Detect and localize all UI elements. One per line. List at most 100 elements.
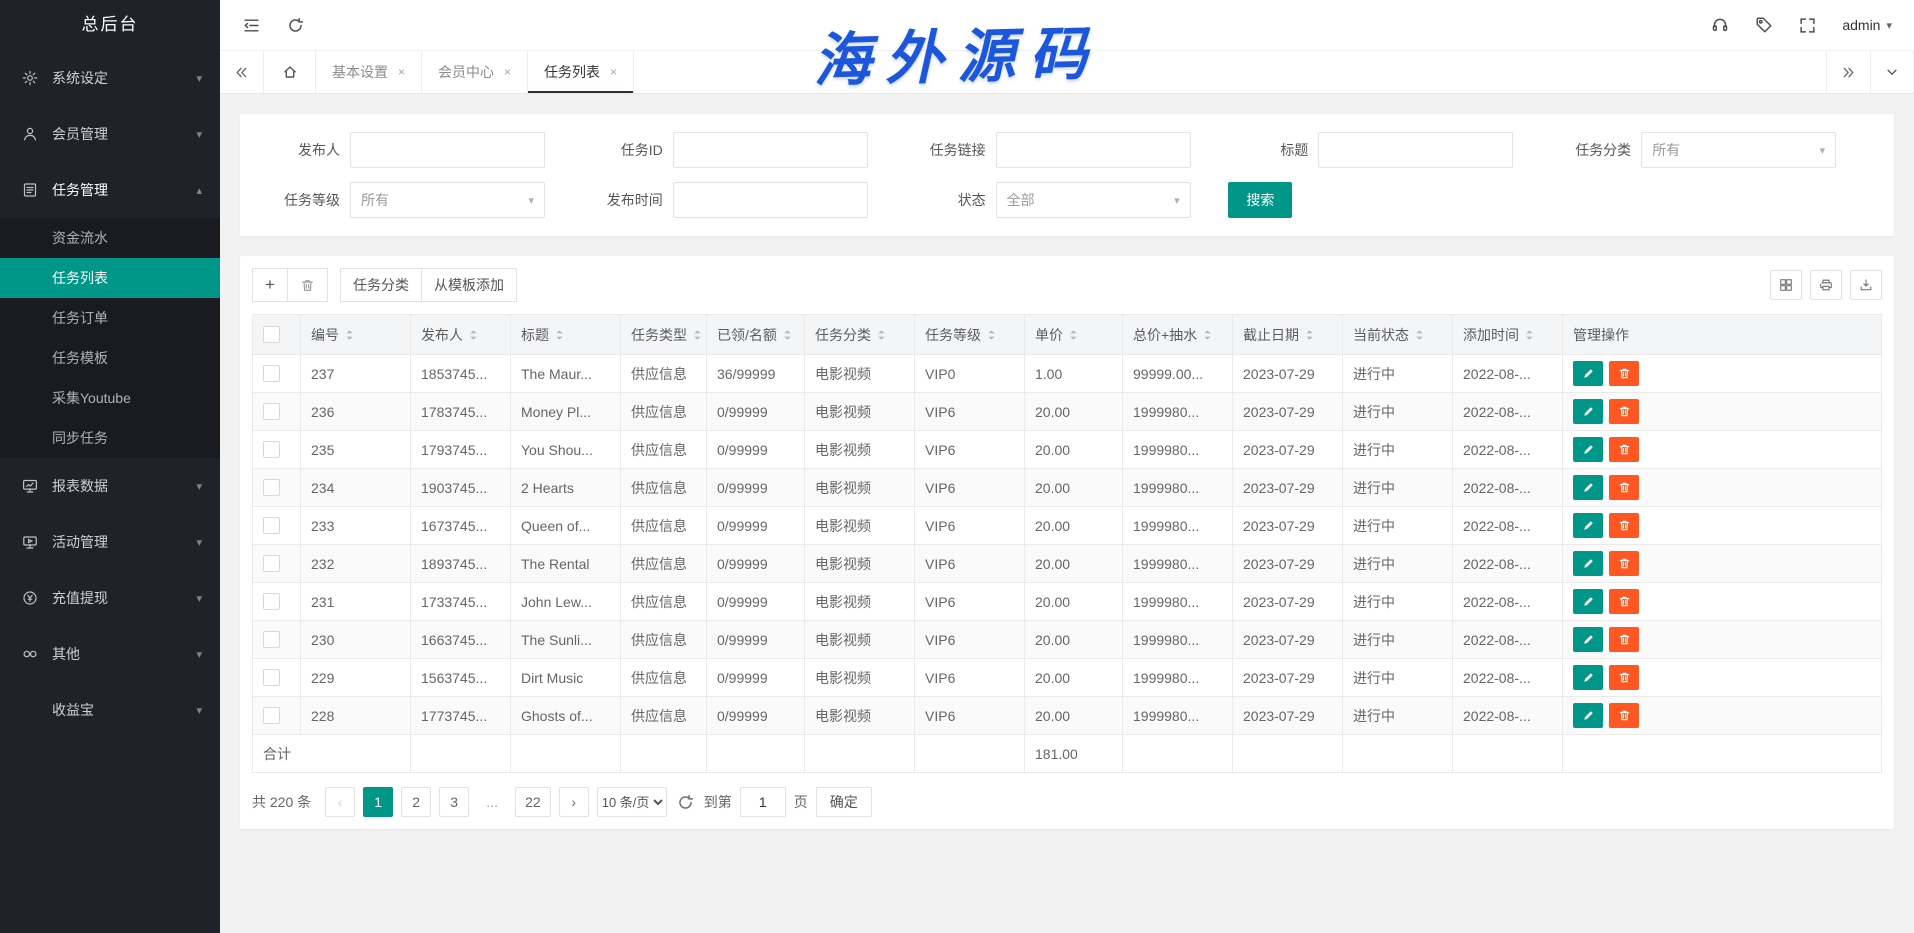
sidebar-subitem-task-list[interactable]: 任务列表: [0, 258, 220, 298]
delete-button[interactable]: [1609, 475, 1639, 500]
sidebar-item-task-management[interactable]: 任务管理▴: [0, 162, 220, 218]
column-header[interactable]: 任务分类: [805, 315, 915, 355]
page-button[interactable]: 1: [363, 787, 393, 817]
column-header[interactable]: 编号: [301, 315, 411, 355]
sort-icon[interactable]: [1525, 328, 1534, 342]
title-input[interactable]: [1318, 132, 1513, 168]
delete-button[interactable]: [1609, 399, 1639, 424]
sort-icon[interactable]: [1305, 328, 1314, 342]
support-icon[interactable]: [1711, 16, 1729, 34]
scroll-tabs-right-icon[interactable]: [1826, 51, 1870, 93]
row-checkbox[interactable]: [263, 631, 280, 648]
column-header[interactable]: 截止日期: [1233, 315, 1343, 355]
page-size-select[interactable]: 10 条/页: [597, 787, 667, 817]
task-link-input[interactable]: [996, 132, 1191, 168]
edit-button[interactable]: [1573, 475, 1603, 500]
sort-icon[interactable]: [555, 328, 564, 342]
admin-menu[interactable]: admin ▾: [1842, 17, 1892, 33]
refresh-icon[interactable]: [287, 17, 304, 34]
column-header[interactable]: 单价: [1025, 315, 1123, 355]
sort-icon[interactable]: [469, 328, 478, 342]
sort-icon[interactable]: [345, 328, 354, 342]
sidebar-subitem-task-orders[interactable]: 任务订单: [0, 298, 220, 338]
close-tab-icon[interactable]: ×: [504, 65, 511, 79]
task-category-button[interactable]: 任务分类: [340, 268, 422, 302]
delete-button[interactable]: [1609, 589, 1639, 614]
add-task-button[interactable]: +: [252, 268, 288, 302]
edit-button[interactable]: [1573, 513, 1603, 538]
edit-button[interactable]: [1573, 589, 1603, 614]
page-button[interactable]: 2: [401, 787, 431, 817]
edit-button[interactable]: [1573, 361, 1603, 386]
close-tab-icon[interactable]: ×: [398, 65, 405, 79]
close-tab-icon[interactable]: ×: [610, 65, 617, 79]
print-icon[interactable]: [1810, 270, 1842, 300]
sidebar-item-system-settings[interactable]: 系统设定▾: [0, 50, 220, 106]
next-page-button[interactable]: ›: [559, 787, 589, 817]
row-checkbox[interactable]: [263, 365, 280, 382]
delete-selected-button[interactable]: [287, 268, 328, 302]
column-header[interactable]: 标题: [511, 315, 621, 355]
publish-time-input[interactable]: [673, 182, 868, 218]
task-category-select[interactable]: 所有 ▾: [1641, 132, 1836, 168]
delete-button[interactable]: [1609, 551, 1639, 576]
column-header[interactable]: 任务类型: [621, 315, 707, 355]
column-header[interactable]: 任务等级: [915, 315, 1025, 355]
sort-icon[interactable]: [1415, 328, 1424, 342]
sort-icon[interactable]: [987, 328, 996, 342]
delete-button[interactable]: [1609, 437, 1639, 462]
sort-icon[interactable]: [1203, 328, 1212, 342]
scroll-tabs-left-icon[interactable]: [220, 51, 264, 93]
column-header[interactable]: 当前状态: [1343, 315, 1453, 355]
edit-button[interactable]: [1573, 703, 1603, 728]
row-checkbox[interactable]: [263, 669, 280, 686]
sidebar-subitem-collect-youtube[interactable]: 采集Youtube: [0, 378, 220, 418]
sort-icon[interactable]: [877, 328, 886, 342]
sidebar-subitem-sync-tasks[interactable]: 同步任务: [0, 418, 220, 458]
row-checkbox[interactable]: [263, 441, 280, 458]
sidebar-item-others[interactable]: 其他▾: [0, 626, 220, 682]
sidebar-item-activity-management[interactable]: 活动管理▾: [0, 514, 220, 570]
column-header[interactable]: 添加时间: [1453, 315, 1563, 355]
delete-button[interactable]: [1609, 513, 1639, 538]
columns-grid-icon[interactable]: [1770, 270, 1802, 300]
tag-icon[interactable]: [1755, 16, 1773, 34]
status-select[interactable]: 全部 ▾: [996, 182, 1191, 218]
page-button[interactable]: 3: [439, 787, 469, 817]
sidebar-item-recharge-withdraw[interactable]: 充值提现▾: [0, 570, 220, 626]
refresh-table-icon[interactable]: [677, 794, 694, 811]
sort-icon[interactable]: [1069, 328, 1078, 342]
add-from-template-button[interactable]: 从模板添加: [421, 268, 517, 302]
sidebar-subitem-fund-flow[interactable]: 资金流水: [0, 218, 220, 258]
delete-button[interactable]: [1609, 665, 1639, 690]
sidebar-item-income-treasure[interactable]: 收益宝▾: [0, 682, 220, 738]
sort-icon[interactable]: [693, 328, 702, 342]
edit-button[interactable]: [1573, 665, 1603, 690]
edit-button[interactable]: [1573, 551, 1603, 576]
goto-page-input[interactable]: [740, 787, 786, 817]
tab-member-center[interactable]: 会员中心×: [422, 51, 528, 93]
fullscreen-icon[interactable]: [1799, 17, 1816, 34]
row-checkbox[interactable]: [263, 707, 280, 724]
edit-button[interactable]: [1573, 399, 1603, 424]
home-tab[interactable]: [264, 51, 316, 93]
delete-button[interactable]: [1609, 627, 1639, 652]
column-header[interactable]: 发布人: [411, 315, 511, 355]
tab-task-list[interactable]: 任务列表×: [528, 51, 634, 93]
task-level-select[interactable]: 所有 ▾: [350, 182, 545, 218]
sidebar-subitem-task-templates[interactable]: 任务模板: [0, 338, 220, 378]
publisher-input[interactable]: [350, 132, 545, 168]
delete-button[interactable]: [1609, 361, 1639, 386]
tab-basic-settings[interactable]: 基本设置×: [316, 51, 422, 93]
sort-icon[interactable]: [783, 328, 792, 342]
edit-button[interactable]: [1573, 627, 1603, 652]
delete-button[interactable]: [1609, 703, 1639, 728]
page-button[interactable]: 22: [515, 787, 551, 817]
task-id-input[interactable]: [673, 132, 868, 168]
goto-confirm-button[interactable]: 确定: [816, 787, 872, 817]
row-checkbox[interactable]: [263, 403, 280, 420]
sidebar-item-member-management[interactable]: 会员管理▾: [0, 106, 220, 162]
collapse-sidebar-icon[interactable]: [242, 17, 261, 34]
select-all-checkbox[interactable]: [263, 326, 280, 343]
prev-page-button[interactable]: ‹: [325, 787, 355, 817]
